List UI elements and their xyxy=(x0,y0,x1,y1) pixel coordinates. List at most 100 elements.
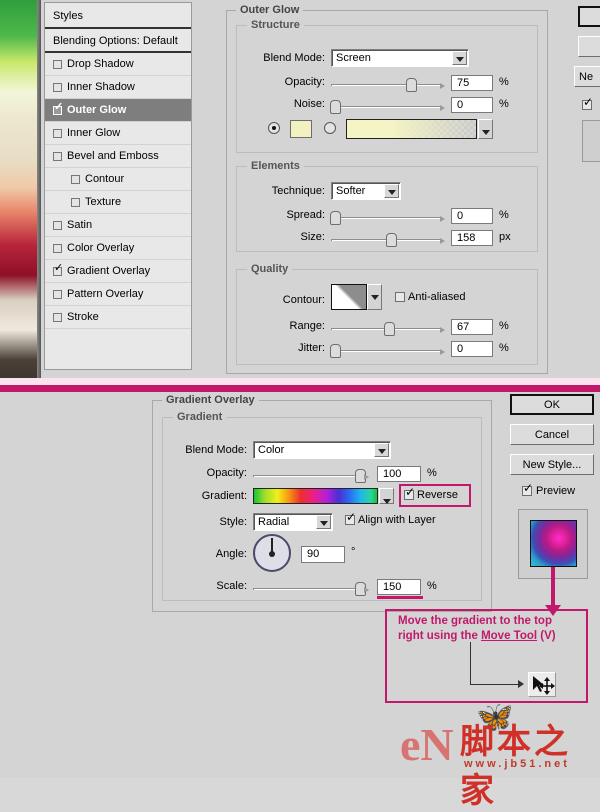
annotation-pointer-horizontal xyxy=(470,684,518,685)
gradient-preview-bar[interactable] xyxy=(253,488,378,504)
chevron-down-icon[interactable] xyxy=(374,443,389,457)
blend-mode-select-2[interactable]: Color xyxy=(253,441,391,459)
style-row-label: Inner Shadow xyxy=(67,76,135,99)
cancel-button-2[interactable]: Cancel xyxy=(510,424,594,445)
style-row-satin[interactable]: Satin xyxy=(45,214,191,237)
opacity-slider-track-2[interactable] xyxy=(253,475,365,477)
glow-color-radio[interactable] xyxy=(268,122,280,134)
contour-dropdown-arrow[interactable] xyxy=(367,284,382,310)
jitter-slider-knob[interactable] xyxy=(330,344,341,358)
opacity-slider-track[interactable] xyxy=(331,84,441,86)
blend-mode-label-2: Blend Mode: xyxy=(169,444,247,456)
new-style-button[interactable]: Ne xyxy=(574,66,600,87)
style-row-stroke[interactable]: Stroke xyxy=(45,306,191,329)
chevron-down-icon[interactable] xyxy=(316,515,331,529)
scale-slider-knob[interactable] xyxy=(355,582,366,596)
style-checkbox[interactable] xyxy=(53,290,62,299)
anti-aliased-checkbox[interactable] xyxy=(395,292,405,302)
glow-gradient-radio[interactable] xyxy=(324,122,336,134)
angle-input[interactable]: 90 xyxy=(301,546,345,563)
size-slider-track[interactable] xyxy=(331,239,441,241)
contour-preview[interactable] xyxy=(331,284,367,310)
noise-slider-knob[interactable] xyxy=(330,100,341,114)
scale-unit: % xyxy=(427,580,437,592)
preview-checkbox-row[interactable] xyxy=(582,96,600,114)
scale-slider-track[interactable] xyxy=(253,588,365,590)
cancel-button[interactable] xyxy=(578,36,600,57)
style-checkbox[interactable] xyxy=(53,106,62,115)
style-row-gradient-overlay[interactable]: Gradient Overlay xyxy=(45,260,191,283)
noise-input[interactable]: 0 xyxy=(451,97,493,113)
preview-thumbnail xyxy=(530,520,577,567)
gradient-label: Gradient: xyxy=(169,490,247,502)
spread-input[interactable]: 0 xyxy=(451,208,493,224)
jitter-input[interactable]: 0 xyxy=(451,341,493,357)
noise-slider-track[interactable] xyxy=(331,106,441,108)
opacity-slider-knob-2[interactable] xyxy=(355,469,366,483)
chevron-down-icon[interactable] xyxy=(384,184,399,198)
preview-checkbox[interactable] xyxy=(582,100,592,110)
opacity-input[interactable]: 75 xyxy=(451,75,493,91)
style-checkbox[interactable] xyxy=(53,152,62,161)
style-label: Style: xyxy=(169,516,247,528)
style-row-inner-shadow[interactable]: Inner Shadow xyxy=(45,76,191,99)
style-checkbox[interactable] xyxy=(71,198,80,207)
ok-button[interactable] xyxy=(578,6,600,27)
style-checkbox[interactable] xyxy=(53,313,62,322)
technique-select[interactable]: Softer xyxy=(331,182,401,200)
move-tool-icon[interactable] xyxy=(528,672,556,697)
preview-checkbox-row-2[interactable]: Preview xyxy=(522,484,600,500)
angle-dial-center xyxy=(269,551,275,557)
style-row-texture[interactable]: Texture xyxy=(45,191,191,214)
align-with-layer-label: Align with Layer xyxy=(358,514,468,526)
style-checkbox[interactable] xyxy=(53,244,62,253)
scale-input[interactable]: 150 xyxy=(377,579,421,595)
style-checkbox[interactable] xyxy=(53,129,62,138)
chevron-down-icon[interactable] xyxy=(452,51,467,65)
style-checkbox[interactable] xyxy=(71,175,80,184)
align-with-layer-checkbox[interactable] xyxy=(345,515,355,525)
gradient-dropdown-arrow[interactable] xyxy=(379,488,394,504)
angle-dial[interactable] xyxy=(253,534,291,572)
style-row-pattern-overlay[interactable]: Pattern Overlay xyxy=(45,283,191,306)
style-row-drop-shadow[interactable]: Drop Shadow xyxy=(45,53,191,76)
glow-color-swatch[interactable] xyxy=(290,120,312,138)
opacity-unit-2: % xyxy=(427,467,437,479)
style-row-inner-glow[interactable]: Inner Glow xyxy=(45,122,191,145)
opacity-input-2[interactable]: 100 xyxy=(377,466,421,482)
ok-button-2[interactable]: OK xyxy=(510,394,594,415)
style-checkbox[interactable] xyxy=(53,221,62,230)
range-slider-knob[interactable] xyxy=(384,322,395,336)
style-row-color-overlay[interactable]: Color Overlay xyxy=(45,237,191,260)
style-row-contour[interactable]: Contour xyxy=(45,168,191,191)
glow-gradient-dropdown-arrow[interactable] xyxy=(478,119,493,139)
style-select[interactable]: Radial xyxy=(253,513,333,531)
new-style-label: Ne xyxy=(579,71,593,83)
size-input[interactable]: 158 xyxy=(451,230,493,246)
ok-label: OK xyxy=(544,399,560,411)
jitter-slider-track[interactable] xyxy=(331,350,441,352)
new-style-button-2[interactable]: New Style... xyxy=(510,454,594,475)
reverse-checkbox[interactable] xyxy=(404,490,414,500)
anti-aliased-label: Anti-aliased xyxy=(408,291,488,303)
glow-gradient-preview[interactable] xyxy=(346,119,477,139)
style-row-label: Color Overlay xyxy=(67,237,134,260)
style-checkbox[interactable] xyxy=(53,267,62,276)
size-slider-knob[interactable] xyxy=(386,233,397,247)
annotation-pointer-head xyxy=(518,680,524,688)
style-checkbox[interactable] xyxy=(53,83,62,92)
spread-slider-track[interactable] xyxy=(331,217,441,219)
spread-slider-knob[interactable] xyxy=(330,211,341,225)
preview-checkbox-2[interactable] xyxy=(522,486,532,496)
style-row-outer-glow[interactable]: Outer Glow xyxy=(45,99,191,122)
blend-mode-value: Screen xyxy=(336,52,371,64)
style-checkbox[interactable] xyxy=(53,60,62,69)
blend-mode-select[interactable]: Screen xyxy=(331,49,469,67)
opacity-slider-knob[interactable] xyxy=(406,78,417,92)
range-slider-track[interactable] xyxy=(331,328,441,330)
style-row-bevel-and-emboss[interactable]: Bevel and Emboss xyxy=(45,145,191,168)
range-input[interactable]: 67 xyxy=(451,319,493,335)
blend-mode-value-2: Color xyxy=(258,444,284,456)
styles-list[interactable]: Styles Blending Options: Default Drop Sh… xyxy=(44,2,192,370)
blending-options-row[interactable]: Blending Options: Default xyxy=(45,29,191,53)
